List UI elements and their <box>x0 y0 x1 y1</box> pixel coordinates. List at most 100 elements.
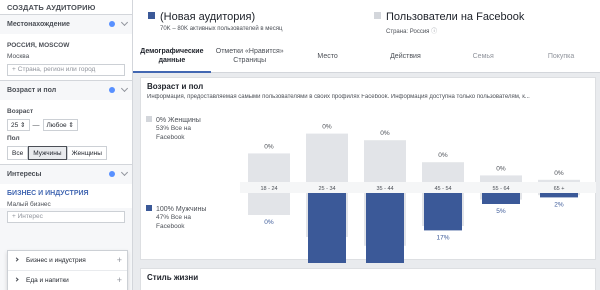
bar-men <box>366 193 404 263</box>
chevron-down-icon[interactable] <box>120 18 129 27</box>
add-icon[interactable]: + <box>117 255 122 265</box>
gender-all-button[interactable]: Все <box>7 146 29 160</box>
info-icon[interactable] <box>109 21 115 28</box>
bar-men <box>482 193 520 204</box>
chart-svg: 0%0%18 - 240%34%25 - 340%43%35 - 440%17%… <box>240 124 596 263</box>
location-placeholder: Страна, регион или город <box>17 66 96 73</box>
gender-women-button[interactable]: Женщины <box>66 146 107 160</box>
tab-label: Отметки «Нравится» Страницы <box>215 48 284 64</box>
age-from-select[interactable]: 25 ⇕ <box>7 119 30 131</box>
tab-page-likes[interactable]: Отметки «Нравится» Страницы <box>210 40 289 73</box>
add-icon[interactable]: + <box>117 275 122 285</box>
age-gender-panel: Возраст 25 ⇕ — Любое ⇕ Пол Все Мужчины Ж… <box>0 100 132 164</box>
data-label-women: 0% <box>264 143 274 150</box>
new-audience-size: 70K – 80K активных пользователей в месяц <box>160 26 283 32</box>
dropdown-item-business[interactable]: Бизнес и индустрия + <box>8 251 127 271</box>
legend-men-label: 100% Мужчины <box>156 206 207 213</box>
tick-label-age: 18 - 24 <box>260 186 277 192</box>
section-controls <box>109 168 129 178</box>
chart-axis-band <box>240 182 596 193</box>
interest-selected-item: Малый бизнес <box>0 197 132 208</box>
interest-search-input[interactable]: + Интерес <box>7 211 125 223</box>
chevron-right-icon[interactable] <box>14 257 19 262</box>
tab-demographics[interactable]: Демографические данные <box>133 40 211 73</box>
men-swatch <box>146 205 152 211</box>
age-label: Возраст <box>7 108 34 115</box>
tab-household[interactable]: Семья <box>444 40 523 73</box>
data-label-women: 0% <box>496 165 506 172</box>
create-audience-header: СОЗДАТЬ АУДИТОРИЮ <box>0 0 132 14</box>
section-controls <box>109 18 129 28</box>
card-title: Возраст и пол <box>147 82 204 91</box>
bar-facebook-women <box>422 162 464 182</box>
age-from-value: 25 <box>11 122 19 129</box>
info-icon[interactable] <box>109 87 115 94</box>
tab-purchase[interactable]: Покупка <box>522 40 600 73</box>
dropdown-item-food[interactable]: Еда и напитки + <box>8 271 127 290</box>
location-country: РОССИЯ, MOSCOW <box>7 42 70 49</box>
dropdown-item-label: Еда и напитки <box>26 277 69 284</box>
location-panel: РОССИЯ, MOSCOW Москва + Страна, регион ил… <box>0 34 132 80</box>
legend-women-fb-1: 53% Все на <box>156 125 192 132</box>
age-gender-chart: 0%0%18 - 240%34%25 - 340%43%35 - 440%17%… <box>240 113 596 263</box>
interest-dropdown: Бизнес и индустрия + Еда и напитки + <box>7 250 128 290</box>
data-label-men: 17% <box>436 234 449 241</box>
legend-men-fb-2: Facebook <box>156 223 185 230</box>
audience-header: (Новая аудитория) 70K – 80K активных пол… <box>133 0 600 73</box>
legend-men: 100% Мужчины 47% Все на Facebook <box>146 205 206 231</box>
legend-women-fb-2: Facebook <box>156 134 185 141</box>
sidebar: СОЗДАТЬ АУДИТОРИЮ Местонахождение РОССИЯ… <box>0 0 133 290</box>
tick-label-age: 45 - 54 <box>434 186 451 192</box>
bar-men <box>308 193 346 263</box>
tab-label: Место <box>317 52 338 60</box>
data-label-men: 5% <box>496 208 506 215</box>
bar-facebook-women <box>538 179 580 182</box>
tab-location[interactable]: Место <box>288 40 367 73</box>
location-section-header[interactable]: Местонахождение <box>0 15 132 34</box>
location-city: Москва <box>7 53 30 60</box>
interests-section-header[interactable]: Интересы <box>0 165 132 184</box>
bar-facebook-women <box>480 175 522 182</box>
tab-label: Действия <box>390 52 421 60</box>
bar-facebook-men <box>248 193 290 215</box>
legend-men-row: 100% Мужчины <box>146 205 206 213</box>
location-search-input[interactable]: + Страна, регион или город <box>7 64 125 76</box>
data-label-women: 0% <box>380 130 390 137</box>
data-label-women: 0% <box>554 170 564 177</box>
tick-label-age: 55 - 64 <box>492 186 509 192</box>
lifestyle-title: Стиль жизни <box>147 273 199 282</box>
new-audience-label: (Новая аудитория) <box>160 11 256 23</box>
info-icon[interactable]: ⓘ <box>431 29 437 35</box>
age-to-select[interactable]: Любое ⇕ <box>42 119 78 131</box>
age-gender-section-header[interactable]: Возраст и пол <box>0 81 132 100</box>
chevron-down-icon[interactable] <box>120 84 129 93</box>
new-audience-title: (Новая аудитория) <box>148 11 255 23</box>
chevron-down-icon[interactable] <box>120 168 129 177</box>
location-section-label: Местонахождение <box>7 21 70 28</box>
tab-bar: Демографические данные Отметки «Нравится… <box>133 40 600 73</box>
age-gender-section-label: Возраст и пол <box>7 87 57 94</box>
bar-men <box>540 193 578 198</box>
interest-placeholder: Интерес <box>17 213 43 220</box>
tick-label-age: 25 - 34 <box>318 186 335 192</box>
lifestyle-card: Стиль жизни <box>140 268 596 290</box>
tab-activity[interactable]: Действия <box>366 40 445 73</box>
age-to-value: Любое <box>46 122 67 129</box>
data-label-men: 0% <box>264 219 274 226</box>
info-icon[interactable] <box>109 171 115 178</box>
section-controls <box>109 84 129 94</box>
facebook-users-label: Пользователи на Facebook <box>386 11 525 23</box>
data-label-men: 2% <box>554 201 564 208</box>
card-description: Информация, предоставляемая самыми польз… <box>147 94 530 100</box>
tick-label-age: 35 - 44 <box>376 186 393 192</box>
audience-color-swatch <box>148 12 155 19</box>
age-range-dash: — <box>32 121 40 129</box>
facebook-country-label: Страна: Россия <box>386 29 430 35</box>
bar-facebook-women <box>364 140 406 182</box>
tab-label: Семья <box>472 52 494 60</box>
dropdown-item-label: Бизнес и индустрия <box>26 257 86 264</box>
chevron-right-icon[interactable] <box>14 277 19 282</box>
gender-men-button[interactable]: Мужчины <box>28 146 67 160</box>
data-label-women: 0% <box>322 124 332 131</box>
plus-icon: + <box>12 66 16 73</box>
